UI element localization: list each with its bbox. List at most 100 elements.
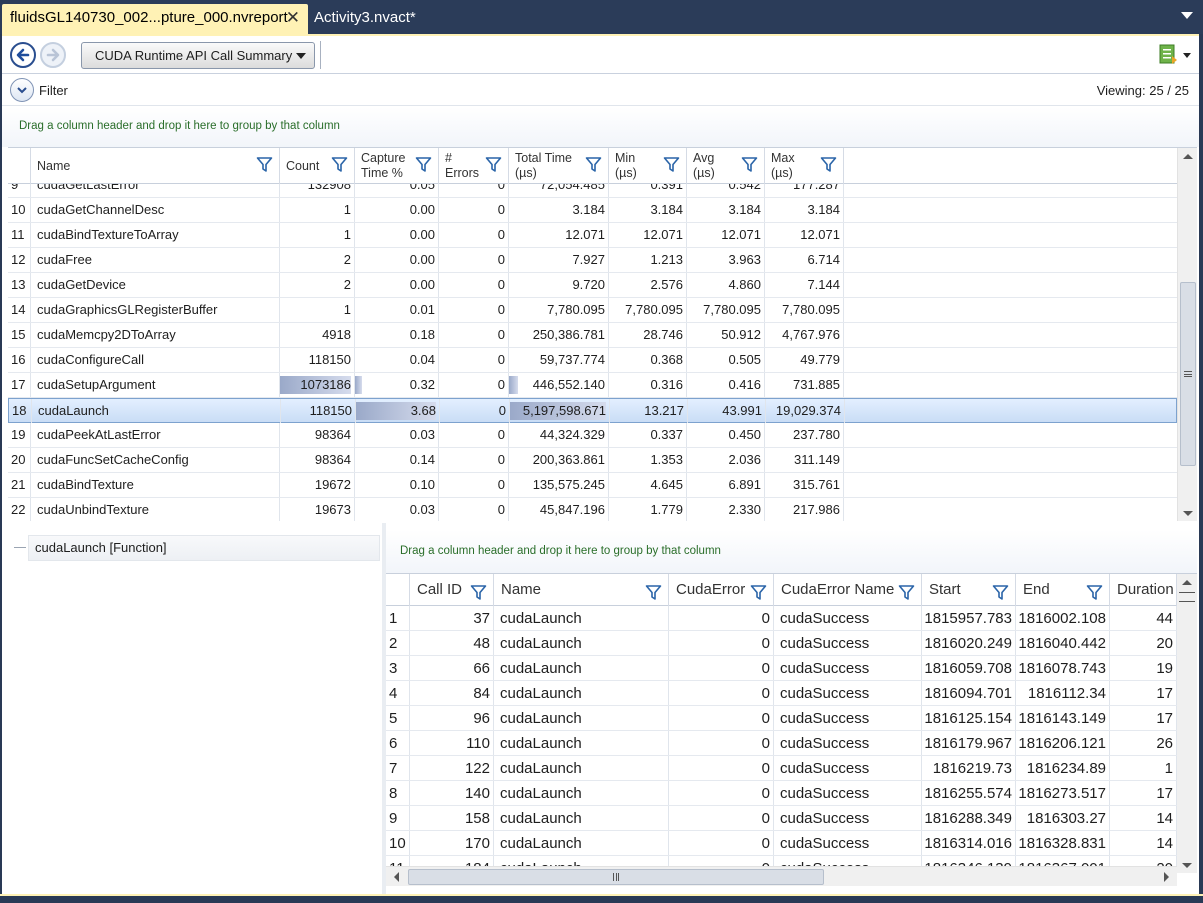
column-header-[interactable]: # Errors <box>439 148 509 184</box>
filter-funnel-icon[interactable] <box>485 156 502 173</box>
cell-value: 4.860 <box>728 277 761 292</box>
column-header-label: Duration <box>1117 581 1174 598</box>
table-row[interactable]: 8 140 cudaLaunch 0 cudaSuccess 1816255.574 181… <box>386 781 1177 806</box>
tab-nvreport[interactable]: fluidsGL140730_002...pture_000.nvreport … <box>2 4 308 34</box>
column-header-min[interactable]: Min (µs) <box>609 148 687 184</box>
table-row[interactable]: 6 110 cudaLaunch 0 cudaSuccess 1816179.967 181… <box>386 731 1177 756</box>
table-row[interactable]: 17 cudaSetupArgument 1073186 0.32 0 446,552.1… <box>8 373 1177 398</box>
column-header-max[interactable]: Max (µs) <box>765 148 844 184</box>
tab-overflow-chevron-icon[interactable] <box>1181 12 1193 19</box>
scroll-thumb[interactable] <box>408 869 824 885</box>
column-header-label: CudaError Name <box>781 581 895 598</box>
table-row[interactable]: 10 170 cudaLaunch 0 cudaSuccess 1816314.016 18… <box>386 831 1177 856</box>
filter-funnel-icon[interactable] <box>645 581 662 600</box>
scroll-down-icon[interactable] <box>1182 863 1192 868</box>
cell-value: 3.184 <box>807 202 840 217</box>
scroll-left-icon[interactable] <box>394 872 399 882</box>
table-row[interactable]: 15 cudaMemcpy2DToArray 4918 0.18 0 250,386.78… <box>8 323 1177 348</box>
table-row[interactable]: 5 96 cudaLaunch 0 cudaSuccess 1816125.154 1816… <box>386 706 1177 731</box>
filter-funnel-icon[interactable] <box>470 581 487 600</box>
column-header-end[interactable]: End <box>1016 574 1110 606</box>
export-button[interactable] <box>1157 43 1191 67</box>
filter-funnel-icon[interactable] <box>741 156 758 173</box>
scroll-down-icon[interactable] <box>1183 511 1193 516</box>
table-row[interactable]: 22 cudaUnbindTexture 19673 0.03 0 45,847.196 1… <box>8 498 1177 521</box>
filter-expand-button[interactable] <box>10 78 34 102</box>
table-row[interactable]: 4 84 cudaLaunch 0 cudaSuccess 1816094.701 1816… <box>386 681 1177 706</box>
table-row[interactable]: 12 cudaFree 2 0.00 0 7.927 1.213 3.963 6.714 <box>8 248 1177 273</box>
header-line: Count <box>286 159 320 173</box>
column-header-capture[interactable]: Capture Time % <box>355 148 439 184</box>
scroll-thumb[interactable] <box>1180 282 1196 466</box>
scroll-up-icon[interactable] <box>1183 154 1193 159</box>
table-row[interactable]: 9 158 cudaLaunch 0 cudaSuccess 1816288.349 181… <box>386 806 1177 831</box>
cell-dur: 17 <box>1110 781 1177 805</box>
forward-button[interactable] <box>40 42 66 68</box>
back-button[interactable] <box>10 42 36 68</box>
close-icon[interactable]: ✕ <box>286 4 300 32</box>
column-header-call-id[interactable]: Call ID <box>410 574 494 606</box>
cell-count: 4918 <box>280 323 355 347</box>
column-header-duration[interactable]: Duration <box>1110 574 1177 606</box>
table-row[interactable]: 16 cudaConfigureCall 118150 0.04 0 59,737.774… <box>8 348 1177 373</box>
column-header-avg[interactable]: Avg (µs) <box>687 148 765 184</box>
table-row[interactable]: 9 cudaGetLastError 132908 0.05 0 72,054.485 0.… <box>8 184 1177 198</box>
cell-value: 98364 <box>314 452 351 467</box>
table-row[interactable]: 3 66 cudaLaunch 0 cudaSuccess 1816059.708 1816… <box>386 656 1177 681</box>
cell-value: 19673 <box>314 502 351 517</box>
column-header-label: Max (µs) <box>771 151 795 181</box>
cell-capture: 0.00 <box>355 273 439 297</box>
table-row[interactable]: 10 cudaGetChannelDesc 1 0.00 0 3.184 3.184 3.18… <box>8 198 1177 223</box>
scroll-right-icon[interactable] <box>1164 872 1169 882</box>
cell-value: 0.542 <box>728 184 761 192</box>
detail-horizontal-scrollbar[interactable] <box>386 866 1177 886</box>
filter-funnel-icon[interactable] <box>992 581 1009 600</box>
scroll-thumb[interactable] <box>1179 592 1195 602</box>
filter-funnel-icon[interactable] <box>331 156 348 173</box>
filter-funnel-icon[interactable] <box>750 581 767 600</box>
tab-nvact[interactable]: Activity3.nvact* <box>306 4 424 34</box>
table-row[interactable]: 14 cudaGraphicsGLRegisterBuffer 1 0.01 0 7,78… <box>8 298 1177 323</box>
summary-group-panel[interactable]: Drag a column header and drop it here to… <box>2 107 1199 147</box>
detail-group-panel[interactable]: Drag a column header and drop it here to… <box>386 530 1197 573</box>
column-header-name[interactable]: Name <box>31 148 280 184</box>
table-row[interactable]: 13 cudaGetDevice 2 0.00 0 9.720 2.576 4.860 7.14… <box>8 273 1177 298</box>
filter-funnel-icon[interactable] <box>663 156 680 173</box>
filter-funnel-icon[interactable] <box>898 581 915 600</box>
table-row[interactable]: 20 cudaFuncSetCacheConfig 98364 0.14 0 200,36… <box>8 448 1177 473</box>
table-row[interactable]: 1 37 cudaLaunch 0 cudaSuccess 1815957.783 1816… <box>386 606 1177 631</box>
table-row[interactable]: 11 cudaBindTextureToArray 1 0.00 0 12.071 12.0… <box>8 223 1177 248</box>
cell-idx: 3 <box>386 656 410 680</box>
detail-vertical-scrollbar[interactable] <box>1177 574 1197 873</box>
filter-funnel-icon[interactable] <box>1086 581 1103 600</box>
filter-funnel-icon[interactable] <box>256 156 273 173</box>
scroll-up-icon[interactable] <box>1182 580 1192 585</box>
filter-funnel-icon[interactable] <box>585 156 602 173</box>
filter-funnel-icon[interactable] <box>415 156 432 173</box>
cell-value: 12.071 <box>721 227 761 242</box>
cell-capture: 0.05 <box>355 184 439 197</box>
table-row[interactable]: 18 cudaLaunch 118150 3.68 0 5,197,598.671 13.2… <box>8 398 1177 423</box>
column-header-name[interactable]: Name <box>494 574 669 606</box>
column-header-cudaerror[interactable]: CudaError <box>669 574 774 606</box>
cell-min: 0.337 <box>609 423 687 447</box>
summary-vertical-scrollbar[interactable] <box>1177 148 1197 521</box>
table-row[interactable]: 2 48 cudaLaunch 0 cudaSuccess 1816020.249 1816… <box>386 631 1177 656</box>
column-header-cudaerror-name[interactable]: CudaError Name <box>774 574 922 606</box>
column-header-count[interactable]: Count <box>280 148 355 184</box>
table-row[interactable]: 19 cudaPeekAtLastError 98364 0.03 0 44,324.32… <box>8 423 1177 448</box>
view-selector-dropdown[interactable]: CUDA Runtime API Call Summary <box>81 42 315 69</box>
cell-value: 731.885 <box>793 377 840 392</box>
cell-value: 1.213 <box>650 252 683 267</box>
filter-label: Filter <box>39 83 68 98</box>
cell-value: 1 <box>343 227 351 242</box>
cell-name: cudaGraphicsGLRegisterBuffer <box>31 298 280 322</box>
column-header-total-time[interactable]: Total Time (µs) <box>509 148 609 184</box>
table-row[interactable]: 7 122 cudaLaunch 0 cudaSuccess 1816219.73 1816… <box>386 756 1177 781</box>
tree-node-cudalaunch[interactable]: cudaLaunch [Function] <box>28 535 380 561</box>
table-row[interactable]: 21 cudaBindTexture 19672 0.10 0 135,575.245 4.… <box>8 473 1177 498</box>
filter-funnel-icon[interactable] <box>820 156 837 173</box>
cell-value: 4918 <box>322 327 351 342</box>
column-header-label: Name <box>37 159 70 174</box>
column-header-start[interactable]: Start <box>922 574 1016 606</box>
